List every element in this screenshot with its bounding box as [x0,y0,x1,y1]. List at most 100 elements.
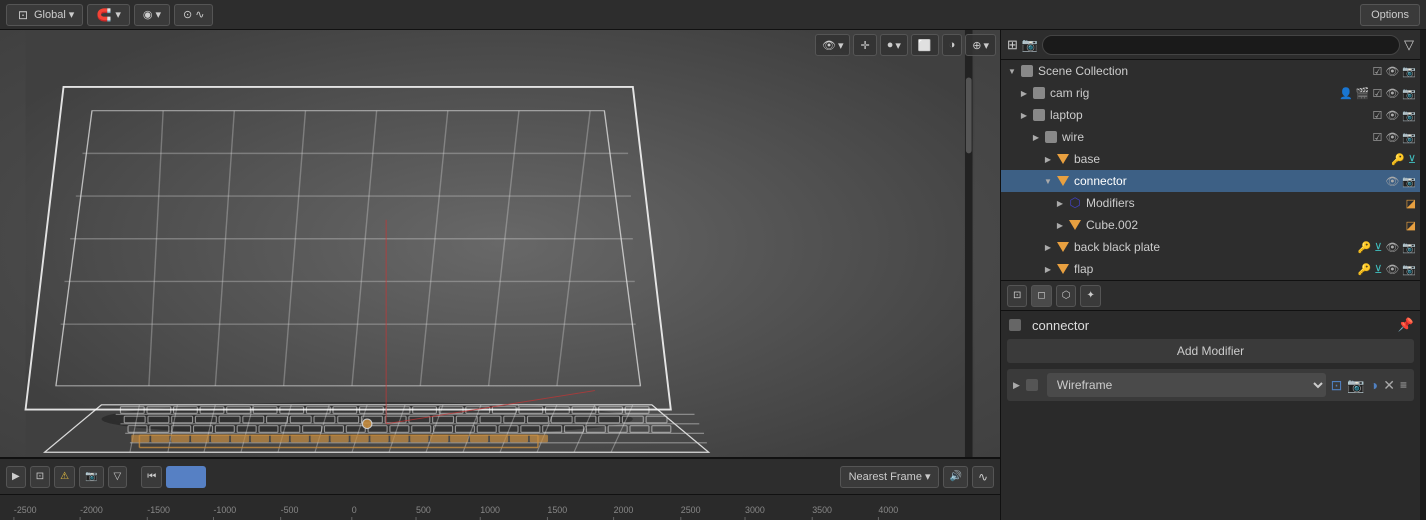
wire-arrow: ▶ [1029,130,1043,144]
mod-menu-btn[interactable]: ≡ [1399,376,1408,395]
options-button[interactable]: Options [1360,4,1420,26]
viewport-mat-btn[interactable]: ⬜ [911,34,939,56]
base-mod-icon[interactable]: ⊻ [1408,153,1416,166]
cam-rig-check[interactable]: ☑ [1372,87,1382,100]
prop-obj-btn[interactable]: ◻ [1031,285,1051,307]
mod-render-btn[interactable]: 📷 [1346,376,1365,395]
tree-row-base[interactable]: ▶ base 🔑 ⊻ [1001,148,1420,170]
base-key-icon[interactable]: 🔑 [1391,153,1405,166]
frame-number-input[interactable]: 153 [166,466,206,488]
mod-collection-icon [1024,377,1040,393]
snap-chevron: ▾ [115,8,121,21]
outliner-filter-btn[interactable]: ▽ [1404,37,1414,53]
laptop-eye[interactable]: 👁 [1385,109,1399,122]
camera-toggle-btn[interactable]: 📷 [79,466,103,488]
wire-eye[interactable]: 👁 [1385,131,1399,144]
svg-text:3000: 3000 [745,505,765,515]
tree-row-scene-collection[interactable]: ▼ Scene Collection ☑ 👁 📷 [1001,60,1420,82]
add-modifier-btn[interactable]: Add Modifier [1007,339,1414,363]
tree-row-cube002[interactable]: ▶ Cube.002 ◪ [1001,214,1420,236]
viewport-sphere-btn[interactable]: ● ▾ [880,34,908,56]
bbp-eye[interactable]: 👁 [1385,241,1399,254]
snap-btn[interactable]: 🧲 ▾ [87,4,130,26]
viewport-shading-btn[interactable]: ◑ [942,34,963,56]
outliner-tree[interactable]: ▼ Scene Collection ☑ 👁 📷 ▶ cam rig [1001,60,1420,280]
tree-row-connector[interactable]: ▼ connector 👁 📷 [1001,170,1420,192]
mod-expand-arrow[interactable]: ▶ [1013,380,1020,391]
overlay-icon: ⊕ [972,39,981,52]
visibility-icon[interactable]: ☑ [1372,65,1382,78]
outliner-vis-icon: 📷 [1022,37,1038,53]
wireframe-type-dropdown[interactable]: Wireframe [1047,373,1326,397]
audio-btn[interactable]: 🔊 [943,466,967,488]
laptop-render[interactable]: 📷 [1402,109,1416,122]
main-area: 👁 ▾ ✛ ● ▾ ⬜ ◑ ⊕ ▾ [0,30,1426,520]
chevron-down-icon: ▾ [69,8,75,21]
prop-modifier-btn[interactable]: ⬡ [1056,285,1077,307]
mode-label: Global [34,9,66,21]
tree-row-flap[interactable]: ▶ flap 🔑 ⊻ 👁 📷 [1001,258,1420,280]
svg-text:500: 500 [416,505,431,515]
flap-render[interactable]: 📷 [1402,263,1416,276]
bbp-key-icon[interactable]: 🔑 [1358,241,1372,254]
laptop-check[interactable]: ☑ [1372,109,1382,122]
bbp-render[interactable]: 📷 [1402,241,1416,254]
cube002-icon[interactable]: ◪ [1406,219,1416,232]
wire-check[interactable]: ☑ [1372,131,1382,144]
tree-row-modifiers[interactable]: ▶ ⬡ Modifiers ◪ [1001,192,1420,214]
modifiers-arrow: ▶ [1053,196,1067,210]
flap-eye[interactable]: 👁 [1385,263,1399,276]
render-icon-sm[interactable]: 📷 [1402,65,1416,78]
tree-row-back-black-plate[interactable]: ▶ back black plate 🔑 ⊻ 👁 📷 [1001,236,1420,258]
outliner-search-input[interactable] [1042,35,1400,55]
filter-timeline-btn[interactable]: ▽ [108,466,128,488]
connector-render[interactable]: 📷 [1402,175,1416,188]
keying-btn[interactable]: ⊡ [30,466,50,488]
proportional-btn[interactable]: ◉ ▾ [134,4,170,26]
bbp-mod-icon[interactable]: ⊻ [1374,241,1382,254]
scene-collection-label: Scene Collection [1038,64,1372,78]
tree-row-cam-rig[interactable]: ▶ cam rig 👤 🎬 ☑ 👁 📷 [1001,82,1420,104]
bbp-label: back black plate [1074,240,1358,254]
viewport-overlay-btn[interactable]: ⊕ ▾ [965,34,996,56]
base-arrow: ▶ [1041,152,1055,166]
svg-text:0: 0 [352,505,357,515]
svg-text:2500: 2500 [681,505,701,515]
viewport-eye-btn[interactable]: 👁 ▾ [815,34,851,56]
viewport-bottom: ▶ ⊡ ⚠ 📷 ▽ ⏮ 153 Nearest Frame ▾ 🔊 ∿ [0,457,1000,520]
proportional-icon: ◉ ▾ [143,8,161,21]
modifiers-icon-right[interactable]: ◪ [1406,197,1416,210]
viewport-topbar: 👁 ▾ ✛ ● ▾ ⬜ ◑ ⊕ ▾ [815,34,996,56]
mode-select-btn[interactable]: ⊡ Global ▾ [6,4,83,26]
cam-rig-label: cam rig [1050,86,1339,100]
cam-rig-icon2[interactable]: 🎬 [1356,87,1370,100]
nearest-frame-btn[interactable]: Nearest Frame ▾ [840,466,940,488]
shading-icon: ◑ [949,39,956,51]
connector-eye[interactable]: 👁 [1385,175,1399,188]
tree-row-wire[interactable]: ▶ wire ☑ 👁 📷 [1001,126,1420,148]
prop-object-name: connector [1032,318,1392,333]
eye-icon-sm[interactable]: 👁 [1385,65,1399,78]
prop-pin-btn[interactable]: 📌 [1398,317,1414,333]
prop-particles-btn[interactable]: ✦ [1080,285,1100,307]
cam-rig-eye[interactable]: 👁 [1385,87,1399,100]
wire-render[interactable]: 📷 [1402,131,1416,144]
mod-realtime-btn[interactable]: ◑ [1369,376,1379,395]
cam-rig-icon1[interactable]: 👤 [1339,87,1353,100]
jump-start-btn[interactable]: ⏮ [141,466,162,488]
pin-btn[interactable]: ⊙ ∿ [174,4,213,26]
mod-delete-btn[interactable]: ✕ [1382,376,1396,395]
cam-rig-render[interactable]: 📷 [1402,87,1416,100]
prop-scene-btn[interactable]: ⊡ [1007,285,1027,307]
flap-mod-icon[interactable]: ⊻ [1374,263,1382,276]
eye-icon: 👁 [822,39,836,52]
connector-arrow: ▼ [1041,174,1055,188]
tree-row-laptop[interactable]: ▶ laptop ☑ 👁 📷 [1001,104,1420,126]
flap-key-icon[interactable]: 🔑 [1358,263,1372,276]
warning-btn[interactable]: ⚠ [54,466,75,488]
viewport-canvas[interactable] [0,30,1000,457]
wave-btn[interactable]: ∿ [972,466,994,488]
viewport-cursor-btn[interactable]: ✛ [853,34,876,56]
select-mode-btn[interactable]: ▶ [6,466,26,488]
mod-edit-btn[interactable]: ⊡ [1330,376,1344,395]
